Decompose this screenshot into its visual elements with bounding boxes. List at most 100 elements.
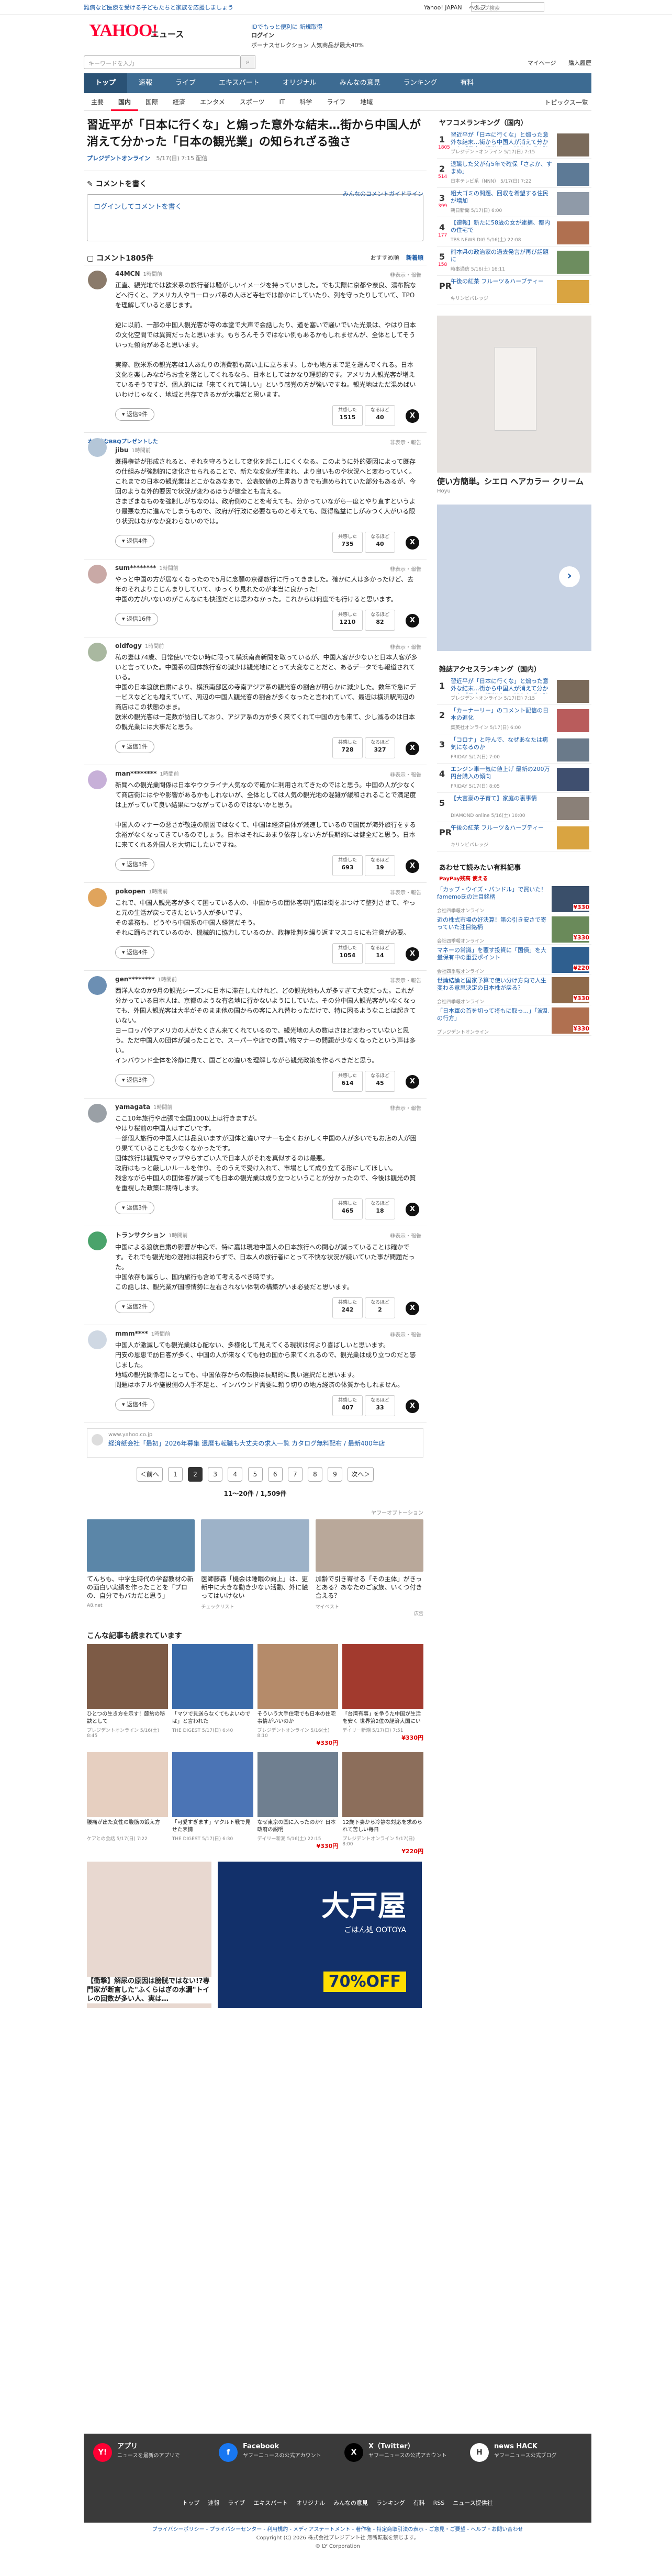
like-button[interactable]: 共感した 614 bbox=[332, 1071, 363, 1092]
learn-button[interactable]: なるほど 82 bbox=[365, 610, 395, 631]
login-link[interactable]: ログイン bbox=[251, 31, 322, 40]
article-card[interactable]: なぜ東京の国に入ったのか？日本政府の説明 デイリー新潮 5/16(土) 22:15… bbox=[257, 1752, 339, 1855]
footer-link[interactable]: エキスパート bbox=[253, 2500, 288, 2506]
article-thumbnail[interactable] bbox=[342, 1752, 423, 1817]
user-avatar[interactable] bbox=[88, 438, 107, 457]
ootoya-ad[interactable]: 大戸屋 ごはん処 OOTOYA 70%OFF bbox=[218, 1862, 422, 2008]
tab-top[interactable]: トップ bbox=[84, 73, 128, 93]
page-2[interactable]: 2 bbox=[188, 1467, 203, 1482]
like-button[interactable]: 共感した 693 bbox=[332, 855, 363, 876]
page-1[interactable]: 1 bbox=[167, 1467, 183, 1482]
like-button[interactable]: 共感した 242 bbox=[332, 1297, 363, 1318]
ranking-thumbnail[interactable] bbox=[557, 280, 589, 303]
article-thumbnail[interactable] bbox=[257, 1644, 339, 1709]
comment-user[interactable]: man******** 1時間前 bbox=[115, 769, 427, 777]
sort-recommended[interactable]: おすすめ順 bbox=[371, 254, 399, 261]
ranking-item[interactable]: 11805習近平が「日本に行くな」と煽った意外な結末…街から中国人が消えて分かっ… bbox=[437, 131, 591, 159]
footer-link[interactable]: オリジナル bbox=[296, 2500, 325, 2506]
article-card[interactable]: 「マツで見送らなくてもよいのでは」と言われた THE DIGEST 5/17(日)… bbox=[172, 1644, 253, 1747]
footer-link[interactable]: ランキング bbox=[376, 2500, 405, 2506]
article-card-title[interactable]: 「マツで見送らなくてもよいのでは」と言われた bbox=[172, 1711, 253, 1727]
page-4[interactable]: 4 bbox=[228, 1467, 243, 1482]
learn-button[interactable]: なるほど 2 bbox=[365, 1297, 395, 1318]
learn-button[interactable]: なるほど 19 bbox=[365, 855, 395, 876]
comment-user[interactable]: トランサクション 1時間前 bbox=[115, 1230, 427, 1239]
page-6[interactable]: 6 bbox=[267, 1467, 283, 1482]
paid-article[interactable]: 世論結論と国家予算で使い分け方向で人生変わる意思決定の日本株が戻る？ 会社四季報オ… bbox=[437, 975, 591, 1005]
comment-user[interactable]: pokopen 1時間前 bbox=[115, 887, 427, 895]
article-card-title[interactable]: 腰痛が出た女性の腹筋の鍛え方 bbox=[87, 1819, 168, 1835]
tab-paid[interactable]: 有料 bbox=[449, 73, 485, 93]
tab-breaking[interactable]: 速報 bbox=[127, 73, 164, 93]
purchase-history-link[interactable]: 購入履歴 bbox=[568, 60, 591, 66]
article-card[interactable]: 「台湾有事」を争うた中国が生活を安く 世界第2位の経済大国にいったデイリー新潮 … bbox=[342, 1644, 423, 1747]
facebook-icon[interactable]: f bbox=[219, 2443, 238, 2462]
article-thumbnail[interactable] bbox=[172, 1752, 253, 1817]
tab-opinions[interactable]: みんなの意見 bbox=[328, 73, 392, 93]
ad-title[interactable]: 加齢で引き寄せる「その主体」がきっとある？あなたのご家族、いくつ付き合える？ bbox=[316, 1575, 423, 1601]
next-page-button[interactable]: 次へ＞ bbox=[348, 1467, 374, 1482]
ranking-thumbnail[interactable] bbox=[557, 680, 589, 703]
x-share-icon[interactable]: X bbox=[406, 947, 419, 961]
ranking-thumbnail[interactable] bbox=[557, 768, 589, 791]
learn-button[interactable]: なるほど 40 bbox=[365, 405, 395, 426]
user-name[interactable]: jibu bbox=[115, 446, 128, 454]
article-card-title[interactable]: ひとつの生き方を示す！節約の秘訣として bbox=[87, 1711, 168, 1727]
reply-button[interactable]: ▾ 返信3件 bbox=[115, 858, 155, 871]
like-button[interactable]: 共感した 1054 bbox=[332, 943, 363, 964]
sort-newest[interactable]: 新着順 bbox=[406, 254, 423, 261]
reply-button[interactable]: ▾ 返信3件 bbox=[115, 1202, 155, 1214]
paid-title[interactable]: マネーの常識」を覆す投資に「国債」を大量保有中の重要ポイント bbox=[437, 945, 550, 968]
expert-tag[interactable]: 本格的なBBQプレゼントした bbox=[88, 437, 427, 445]
x-share-icon[interactable]: X bbox=[406, 742, 419, 755]
user-avatar[interactable] bbox=[88, 643, 107, 662]
footer-link[interactable]: 有料 bbox=[413, 2500, 425, 2506]
report-link[interactable]: 非表示・報告 bbox=[390, 271, 421, 278]
article-title[interactable]: 習近平が「日本に行くな」と煽った意外な結末…街から中国人が消えて分かった「日本の… bbox=[84, 112, 427, 151]
learn-button[interactable]: なるほど 40 bbox=[365, 532, 395, 553]
ranking-item[interactable]: PR 午後の紅茶 フルーツ＆ハーブティー キリンビバレッジ bbox=[437, 824, 591, 852]
ranking-item[interactable]: 4 エンジン車一気に値上げ 最新の200万円台購入の傾向 FRIDAY 5/17(日… bbox=[437, 766, 591, 793]
ranking-item[interactable]: 3 399 粗大ゴミの問題、回収を希望する住民が増加 朝日新聞 5/17(日) 6:0… bbox=[437, 190, 591, 217]
x-share-icon[interactable]: X bbox=[406, 1302, 419, 1315]
ranking-item[interactable]: 3 「コロナ」と呼んで、なぜあなたは病気になるのか FRIDAY 5/17(日) 7… bbox=[437, 736, 591, 764]
web-search-input[interactable]: ウェブ検索 bbox=[471, 2, 544, 12]
news-logo-text[interactable]: ニュース bbox=[151, 27, 184, 40]
comment-user[interactable]: sum******** 1時間前 bbox=[115, 564, 427, 572]
x-share-icon[interactable]: X bbox=[406, 1399, 419, 1413]
footer-x[interactable]: X（Twitter） ヤフーニュースの公式アカウント bbox=[368, 2443, 484, 2460]
learn-button[interactable]: なるほど 33 bbox=[365, 1395, 395, 1416]
paid-article[interactable]: 近の株式市場の好決算！第の引き安さで寄っていた注目銘柄 会社四季報オンライン ¥33… bbox=[437, 914, 591, 945]
subtab-sports[interactable]: スポーツ bbox=[232, 93, 272, 111]
page-5[interactable]: 5 bbox=[248, 1467, 263, 1482]
user-avatar[interactable] bbox=[88, 1231, 107, 1250]
user-name[interactable]: mmm**** bbox=[115, 1330, 148, 1337]
page-8[interactable]: 8 bbox=[307, 1467, 322, 1482]
tab-expert[interactable]: エキスパート bbox=[207, 73, 271, 93]
x-share-icon[interactable]: X bbox=[406, 614, 419, 628]
article-thumbnail[interactable] bbox=[87, 1644, 168, 1709]
article-thumbnail[interactable] bbox=[87, 1752, 168, 1817]
comment-user[interactable]: oldfogy 1時間前 bbox=[115, 642, 427, 649]
ranking-thumbnail[interactable] bbox=[557, 221, 589, 244]
page-3[interactable]: 3 bbox=[208, 1467, 223, 1482]
like-button[interactable]: 共感した 465 bbox=[332, 1199, 363, 1219]
reply-button[interactable]: ▾ 返信3件 bbox=[115, 1074, 155, 1087]
report-link[interactable]: 非表示・報告 bbox=[390, 1104, 421, 1112]
user-avatar[interactable] bbox=[88, 565, 107, 584]
x-share-icon[interactable]: X bbox=[406, 859, 419, 873]
news-source-card[interactable]: www.yahoo.co.jp 経済紙会社「最初」2026年募集 還暦も転職も大… bbox=[87, 1428, 423, 1458]
report-link[interactable]: 非表示・報告 bbox=[390, 1330, 421, 1338]
footer-newshack[interactable]: news HACK ヤフーニュース公式ブログ bbox=[494, 2443, 609, 2460]
ad-title[interactable]: てんちも、中学生時代の学習教材の新の面白い実績を作ったことを「プロの、自分でもバ… bbox=[87, 1575, 195, 1601]
x-share-icon[interactable]: X bbox=[406, 1203, 419, 1216]
ad-card[interactable]: 医師藤森「機会は睡眠の向上」は、更新中に大きな動き少ない活動、外に触ってはいけな… bbox=[201, 1519, 309, 1610]
article-card-title[interactable]: なぜ東京の国に入ったのか？日本政府の説明 bbox=[257, 1819, 339, 1835]
footer-link[interactable]: RSS bbox=[433, 2500, 445, 2506]
ranking-thumbnail[interactable] bbox=[557, 251, 589, 274]
app-icon[interactable]: Y! bbox=[93, 2443, 112, 2462]
user-name[interactable]: トランサクション bbox=[115, 1231, 165, 1239]
legal-links[interactable]: プライバシーポリシー - プライバシーセンター - 利用規約 - メディアステー… bbox=[84, 2526, 591, 2534]
ranking-item[interactable]: 1習近平が「日本に行くな」と煽った意外な結末…街から中国人が消えて分かった「日本… bbox=[437, 678, 591, 705]
comment-user[interactable]: 44MCN 1時間前 bbox=[115, 270, 427, 277]
